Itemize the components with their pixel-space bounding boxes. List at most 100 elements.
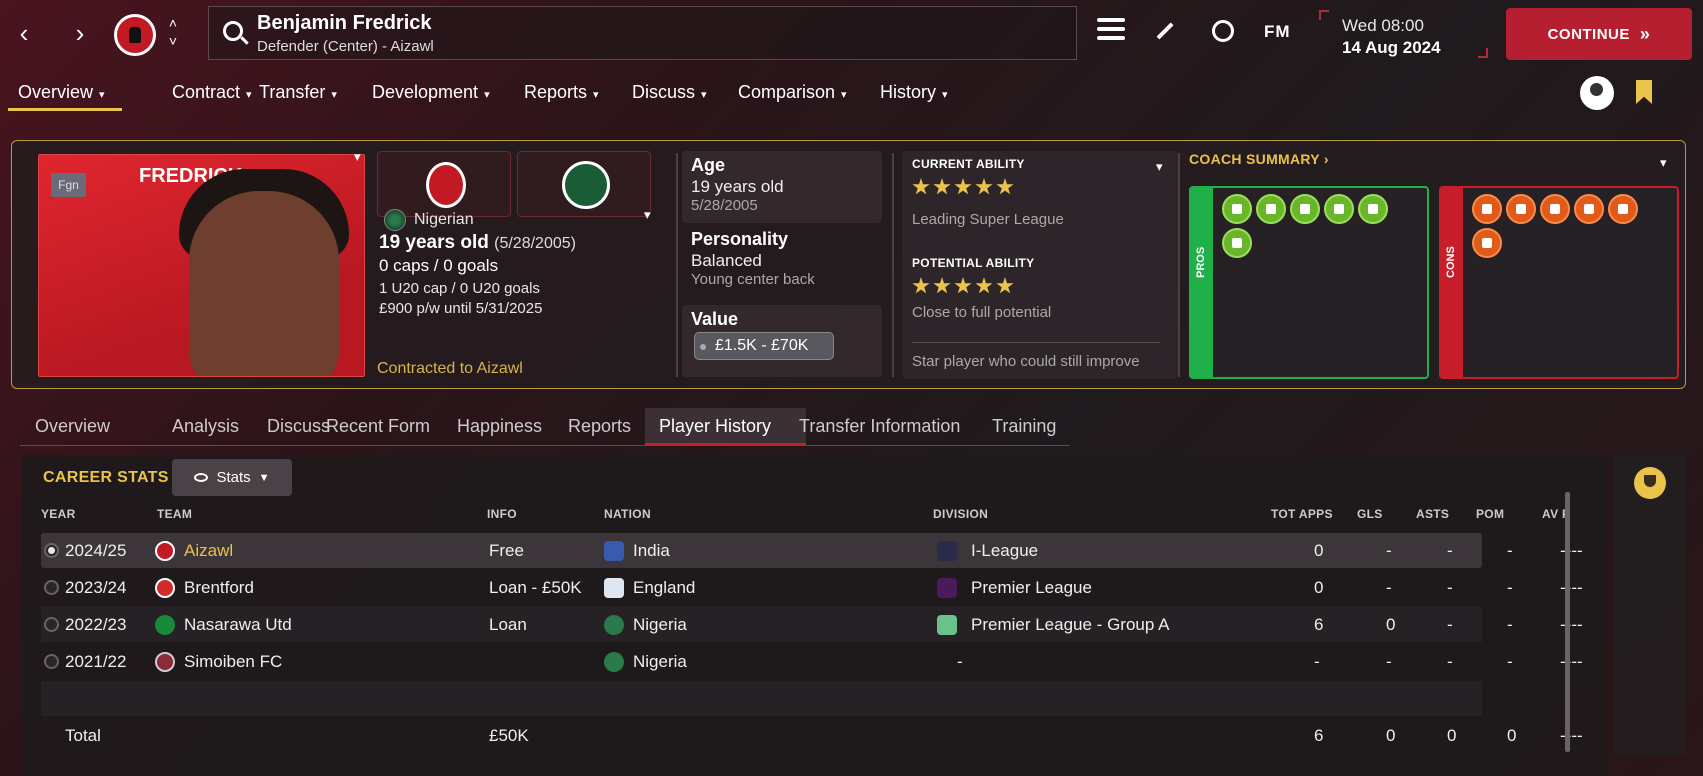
trend-up-icon[interactable] xyxy=(1256,194,1286,224)
cell-nation[interactable]: Nigeria xyxy=(633,615,687,635)
table-row[interactable]: 2021/22 Simoiben FC Nigeria - - - - - --… xyxy=(41,644,1583,679)
pass-icon[interactable] xyxy=(1574,194,1604,224)
contracted-link[interactable]: Contracted to Aizawl xyxy=(377,360,523,378)
nationality: Nigerian xyxy=(414,211,474,228)
globe-icon[interactable] xyxy=(1212,20,1234,42)
nationality-row[interactable]: Nigerian xyxy=(384,209,474,231)
cell-apps: 0 xyxy=(1314,541,1324,560)
clipboard-icon[interactable] xyxy=(1506,194,1536,224)
i-league-logo-icon xyxy=(937,541,957,561)
cell-division[interactable]: I-League xyxy=(971,541,1038,561)
date-display[interactable]: Wed 08:00 14 Aug 2024 xyxy=(1318,10,1488,58)
row-radio[interactable] xyxy=(44,617,59,632)
col-tot-apps[interactable]: TOT APPS xyxy=(1271,507,1333,521)
ability-summary: Star player who could still improve xyxy=(912,353,1140,370)
menu-overview[interactable]: Overview ▾ xyxy=(18,82,105,103)
nation-crest-box[interactable] xyxy=(517,151,651,217)
agility-icon[interactable] xyxy=(1358,194,1388,224)
fm-logo[interactable]: FM xyxy=(1264,22,1291,42)
forward-arrow-icon[interactable]: › xyxy=(66,16,94,50)
wrench-icon[interactable] xyxy=(1472,194,1502,224)
tab-happiness[interactable]: Happiness xyxy=(457,416,542,437)
divider xyxy=(1178,153,1180,377)
wage-line: £900 p/w until 5/31/2025 xyxy=(379,300,543,317)
cell-nation[interactable]: India xyxy=(633,541,670,561)
cell-team[interactable]: Nasarawa Utd xyxy=(184,615,292,635)
cell-division[interactable]: Premier League xyxy=(971,578,1092,598)
table-row[interactable]: 2024/25 Aizawl Free India I-League 0 - -… xyxy=(41,533,1583,568)
cell-apps: 0 xyxy=(1314,578,1324,597)
cell-team[interactable]: Simoiben FC xyxy=(184,652,282,672)
chevron-down-icon[interactable]: ▾ xyxy=(1660,155,1667,171)
menu-contract[interactable]: Contract ▾ xyxy=(172,82,252,103)
player-photo: FREDRICK Fgn xyxy=(38,154,365,377)
menu-transfer[interactable]: Transfer ▾ xyxy=(259,82,337,103)
pencil-icon[interactable] xyxy=(1156,22,1174,40)
tab-recent-form[interactable]: Recent Form xyxy=(326,416,430,437)
table-row[interactable]: 2023/24 Brentford Loan - £50K England Pr… xyxy=(41,570,1583,605)
total-info: £50K xyxy=(489,726,529,745)
tab-analysis[interactable]: Analysis xyxy=(172,416,239,437)
foreign-badge: Fgn xyxy=(51,173,86,197)
target-icon[interactable] xyxy=(1540,194,1570,224)
coach-summary-link[interactable]: COACH SUMMARY › xyxy=(1189,151,1329,167)
player-search-box[interactable]: Benjamin Fredrick Defender (Center) - Ai… xyxy=(208,6,1077,60)
value-range-pill[interactable]: £1.5K - £70K xyxy=(694,332,834,360)
chevron-down-icon[interactable]: ▾ xyxy=(1156,159,1163,175)
up-down-arrows-icon[interactable]: ˄ ˅ xyxy=(164,14,182,54)
col-nation[interactable]: NATION xyxy=(604,507,651,521)
menu-development[interactable]: Development ▾ xyxy=(372,82,490,103)
col-year[interactable]: YEAR xyxy=(41,507,76,521)
menu-reports[interactable]: Reports ▾ xyxy=(524,82,599,103)
player-profile-card: FREDRICK Fgn ▾ Nigerian ▾ 19 years old (… xyxy=(11,140,1686,389)
brain-icon[interactable] xyxy=(1290,194,1320,224)
menu-comparison[interactable]: Comparison ▾ xyxy=(738,82,847,103)
teamwork-icon[interactable] xyxy=(1222,228,1252,258)
col-division[interactable]: DIVISION xyxy=(933,507,988,521)
tab-discuss[interactable]: Discuss xyxy=(267,416,330,437)
tab-training[interactable]: Training xyxy=(992,416,1056,437)
col-pom[interactable]: POM xyxy=(1476,507,1504,521)
col-team[interactable]: TEAM xyxy=(157,507,192,521)
menu-icon[interactable] xyxy=(1097,18,1125,40)
flask-icon[interactable] xyxy=(1472,228,1502,258)
age-dob: 5/28/2005 xyxy=(691,197,758,214)
row-radio[interactable] xyxy=(44,543,59,558)
cell-apps: - xyxy=(1314,652,1320,671)
strength-icon[interactable] xyxy=(1324,194,1354,224)
club-crest-box[interactable] xyxy=(377,151,511,217)
star-icon[interactable] xyxy=(1222,194,1252,224)
chevron-down-icon: ▾ xyxy=(99,89,105,101)
nigeria-flag-icon xyxy=(384,209,406,231)
menu-history[interactable]: History ▾ xyxy=(880,82,948,103)
col-asts[interactable]: ASTS xyxy=(1416,507,1449,521)
trophy-icon[interactable] xyxy=(1634,467,1666,499)
tab-player-history[interactable]: Player History xyxy=(659,416,771,437)
top-bar: ‹ › ˄ ˅ Benjamin Fredrick Defender (Cente… xyxy=(0,0,1703,66)
chevron-down-icon[interactable]: ▾ xyxy=(644,207,651,223)
cell-nation[interactable]: Nigeria xyxy=(633,652,687,672)
people-icon[interactable] xyxy=(1580,76,1614,110)
col-gls[interactable]: GLS xyxy=(1357,507,1383,521)
cell-division[interactable]: Premier League - Group A xyxy=(971,615,1169,635)
row-radio[interactable] xyxy=(44,654,59,669)
back-arrow-icon[interactable]: ‹ xyxy=(10,16,38,50)
cell-nation[interactable]: England xyxy=(633,578,695,598)
total-gls: 0 xyxy=(1386,726,1396,745)
tab-overview[interactable]: Overview xyxy=(35,416,110,437)
col-info[interactable]: INFO xyxy=(487,507,517,521)
table-row[interactable]: 2022/23 Nasarawa Utd Loan Nigeria Premie… xyxy=(41,607,1583,642)
chevron-down-icon[interactable]: ▾ xyxy=(354,149,361,165)
cell-team[interactable]: Aizawl xyxy=(184,541,233,561)
row-radio[interactable] xyxy=(44,580,59,595)
club-crest-icon[interactable] xyxy=(114,14,156,56)
cell-team[interactable]: Brentford xyxy=(184,578,254,598)
tab-transfer-information[interactable]: Transfer Information xyxy=(799,416,960,437)
search-icon[interactable] xyxy=(223,21,243,41)
stats-view-button[interactable]: Stats ▼ xyxy=(172,459,292,496)
tab-reports[interactable]: Reports xyxy=(568,416,631,437)
scrollbar[interactable] xyxy=(1565,492,1570,752)
burst-icon[interactable] xyxy=(1608,194,1638,224)
menu-discuss[interactable]: Discuss ▾ xyxy=(632,82,707,103)
continue-button[interactable]: CONTINUE » xyxy=(1506,8,1692,60)
